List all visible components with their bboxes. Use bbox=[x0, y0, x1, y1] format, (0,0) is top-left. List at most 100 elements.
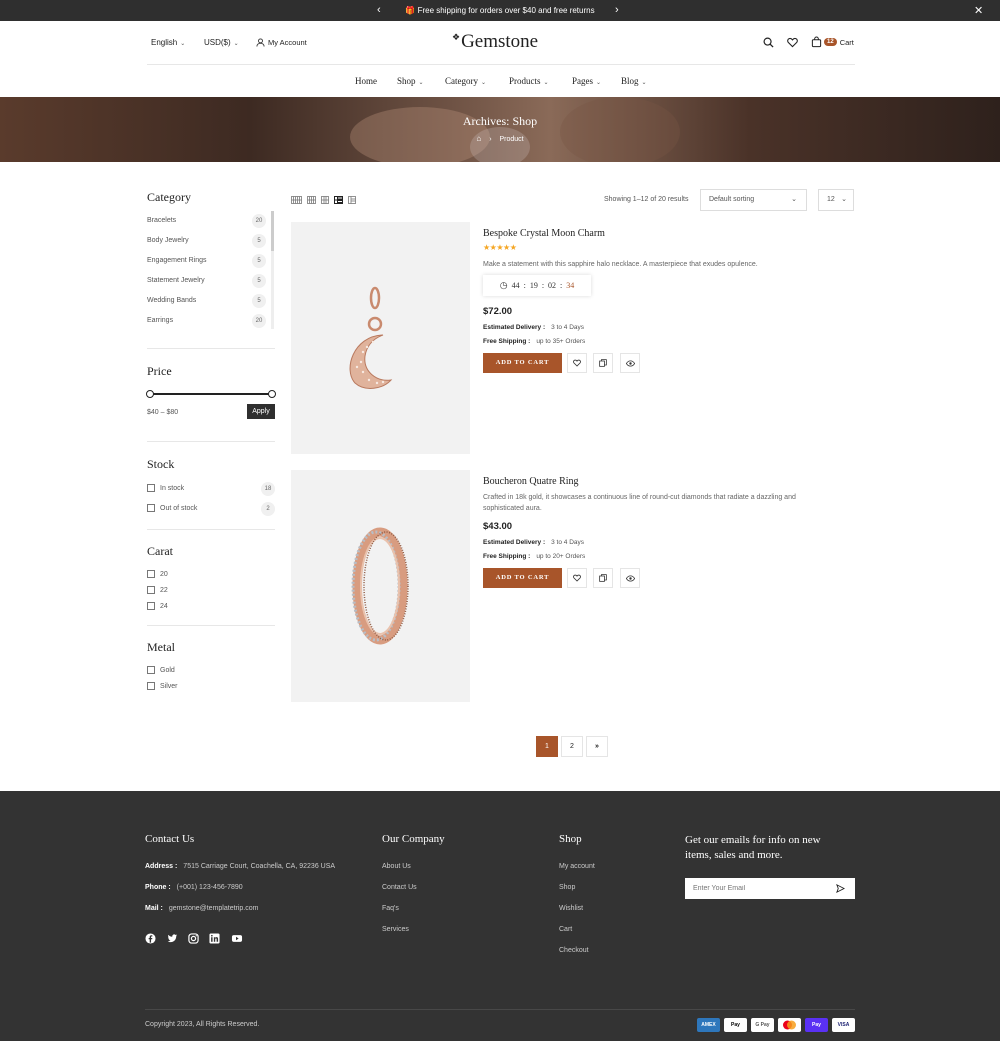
page-1-button[interactable]: 1 bbox=[536, 736, 558, 757]
next-announcement-icon[interactable]: › bbox=[615, 4, 619, 16]
category-scrollbar[interactable] bbox=[271, 211, 274, 329]
quick-view-button[interactable] bbox=[620, 353, 640, 373]
sorting-select[interactable]: Default sorting ⌄ bbox=[700, 189, 807, 211]
price-range-value: $40 – $80 bbox=[147, 409, 179, 416]
grid-5-icon[interactable] bbox=[291, 196, 302, 204]
cart-button[interactable]: 12 Cart bbox=[811, 36, 854, 48]
product-title[interactable]: Boucheron Quatre Ring bbox=[483, 476, 579, 487]
footer-link-wishlist[interactable]: Wishlist bbox=[559, 905, 583, 912]
chevron-down-icon: ⌄ bbox=[180, 41, 186, 47]
nav-category[interactable]: Category ⌄ bbox=[445, 76, 486, 86]
heart-icon bbox=[573, 359, 581, 367]
language-selector[interactable]: English ⌄ bbox=[151, 38, 185, 47]
price-slider-min-handle[interactable] bbox=[146, 390, 154, 398]
footer-link-my-account[interactable]: My account bbox=[559, 863, 595, 870]
compare-button[interactable] bbox=[593, 568, 613, 588]
page-2-button[interactable]: 2 bbox=[561, 736, 583, 757]
category-count: 5 bbox=[252, 234, 266, 248]
product-title[interactable]: Bespoke Crystal Moon Charm bbox=[483, 228, 605, 239]
list-compact-icon[interactable] bbox=[348, 196, 356, 204]
visa-icon: VISA bbox=[832, 1018, 855, 1032]
category-item-earrings[interactable]: Earrings bbox=[147, 317, 173, 324]
nav-shop[interactable]: Shop ⌄ bbox=[397, 76, 424, 86]
add-to-cart-button[interactable]: ADD TO CART bbox=[483, 353, 562, 373]
product-image-moon-charm[interactable] bbox=[291, 222, 470, 454]
category-item-body-jewelry[interactable]: Body Jewelry bbox=[147, 237, 189, 244]
chevron-down-icon: ⌄ bbox=[791, 196, 797, 203]
breadcrumb: ⌂ › Product bbox=[476, 134, 524, 143]
announcement-message: 🎁 Free shipping for orders over $40 and … bbox=[405, 6, 595, 15]
send-icon[interactable] bbox=[836, 884, 845, 893]
category-item-bracelets[interactable]: Bracelets bbox=[147, 217, 176, 224]
wishlist-icon[interactable] bbox=[787, 37, 798, 50]
apply-price-button[interactable]: Apply bbox=[247, 404, 275, 419]
stock-count: 18 bbox=[261, 482, 275, 496]
facebook-icon[interactable] bbox=[145, 933, 156, 944]
sidebar-divider bbox=[147, 441, 275, 442]
carat-22-label: 22 bbox=[160, 587, 168, 594]
next-page-button[interactable]: » bbox=[586, 736, 608, 757]
footer-link-services[interactable]: Services bbox=[382, 926, 409, 933]
category-item-wedding-bands[interactable]: Wedding Bands bbox=[147, 297, 196, 304]
footer-link-faqs[interactable]: Faq's bbox=[382, 905, 399, 912]
footer-link-about[interactable]: About Us bbox=[382, 863, 411, 870]
in-stock-checkbox[interactable] bbox=[147, 484, 155, 492]
category-item-statement-jewelry[interactable]: Statement Jewelry bbox=[147, 277, 205, 284]
instagram-icon[interactable] bbox=[188, 933, 199, 944]
footer-link-cart[interactable]: Cart bbox=[559, 926, 572, 933]
site-logo[interactable]: ❖ Gemstone bbox=[452, 30, 538, 54]
sidebar-divider bbox=[147, 529, 275, 530]
chevron-down-icon: ⌄ bbox=[481, 80, 487, 86]
category-count: 5 bbox=[252, 274, 266, 288]
stock-count: 2 bbox=[261, 502, 275, 516]
home-icon[interactable]: ⌂ bbox=[476, 134, 481, 143]
address-line: Address :7515 Carriage Court, Coachella,… bbox=[145, 863, 336, 870]
grid-4-icon[interactable] bbox=[307, 196, 316, 204]
linkedin-icon[interactable] bbox=[209, 933, 220, 944]
footer-link-shop[interactable]: Shop bbox=[559, 884, 575, 891]
in-stock-label: In stock bbox=[160, 485, 185, 492]
nav-products[interactable]: Products ⌄ bbox=[509, 76, 549, 86]
close-icon[interactable]: ✕ bbox=[974, 4, 983, 17]
add-to-wishlist-button[interactable] bbox=[567, 353, 587, 373]
category-item-engagement-rings[interactable]: Engagement Rings bbox=[147, 257, 207, 264]
carat-20-checkbox[interactable] bbox=[147, 570, 155, 578]
metal-gold-label: Gold bbox=[160, 667, 175, 674]
category-count: 5 bbox=[252, 254, 266, 268]
account-link[interactable]: My Account bbox=[256, 38, 307, 47]
compare-button[interactable] bbox=[593, 353, 613, 373]
currency-selector[interactable]: USD($) ⌄ bbox=[204, 38, 239, 47]
twitter-icon[interactable] bbox=[167, 933, 178, 944]
search-icon[interactable] bbox=[763, 37, 774, 50]
youtube-icon[interactable] bbox=[231, 933, 243, 944]
mail-line: Mail : gemstone@templatetrip.com bbox=[145, 905, 259, 912]
email-field[interactable] bbox=[685, 878, 825, 899]
nav-home[interactable]: Home bbox=[355, 76, 377, 86]
heart-icon bbox=[573, 574, 581, 582]
metal-silver-checkbox[interactable] bbox=[147, 682, 155, 690]
carat-22-checkbox[interactable] bbox=[147, 586, 155, 594]
price-slider-track[interactable] bbox=[150, 393, 272, 395]
nav-blog[interactable]: Blog ⌄ bbox=[621, 76, 647, 86]
carat-24-label: 24 bbox=[160, 603, 168, 610]
price-slider-max-handle[interactable] bbox=[268, 390, 276, 398]
nav-pages[interactable]: Pages ⌄ bbox=[572, 76, 601, 86]
footer-link-checkout[interactable]: Checkout bbox=[559, 947, 589, 954]
carat-20-label: 20 bbox=[160, 571, 168, 578]
product-image-quatre-ring[interactable] bbox=[291, 470, 470, 702]
per-page-select[interactable]: 12 ⌄ bbox=[818, 189, 854, 211]
out-of-stock-checkbox[interactable] bbox=[147, 504, 155, 512]
quick-view-button[interactable] bbox=[620, 568, 640, 588]
add-to-wishlist-button[interactable] bbox=[567, 568, 587, 588]
header-divider bbox=[147, 64, 855, 65]
carat-24-checkbox[interactable] bbox=[147, 602, 155, 610]
list-view-icon[interactable] bbox=[334, 196, 343, 204]
footer-link-contact[interactable]: Contact Us bbox=[382, 884, 417, 891]
stock-heading: Stock bbox=[147, 457, 175, 471]
cart-icon bbox=[811, 36, 822, 48]
add-to-cart-button[interactable]: ADD TO CART bbox=[483, 568, 562, 588]
product-price: $72.00 bbox=[483, 306, 513, 317]
metal-gold-checkbox[interactable] bbox=[147, 666, 155, 674]
free-shipping: Free Shipping : up to 35+ Orders bbox=[483, 338, 586, 345]
grid-3-icon[interactable] bbox=[321, 196, 329, 204]
